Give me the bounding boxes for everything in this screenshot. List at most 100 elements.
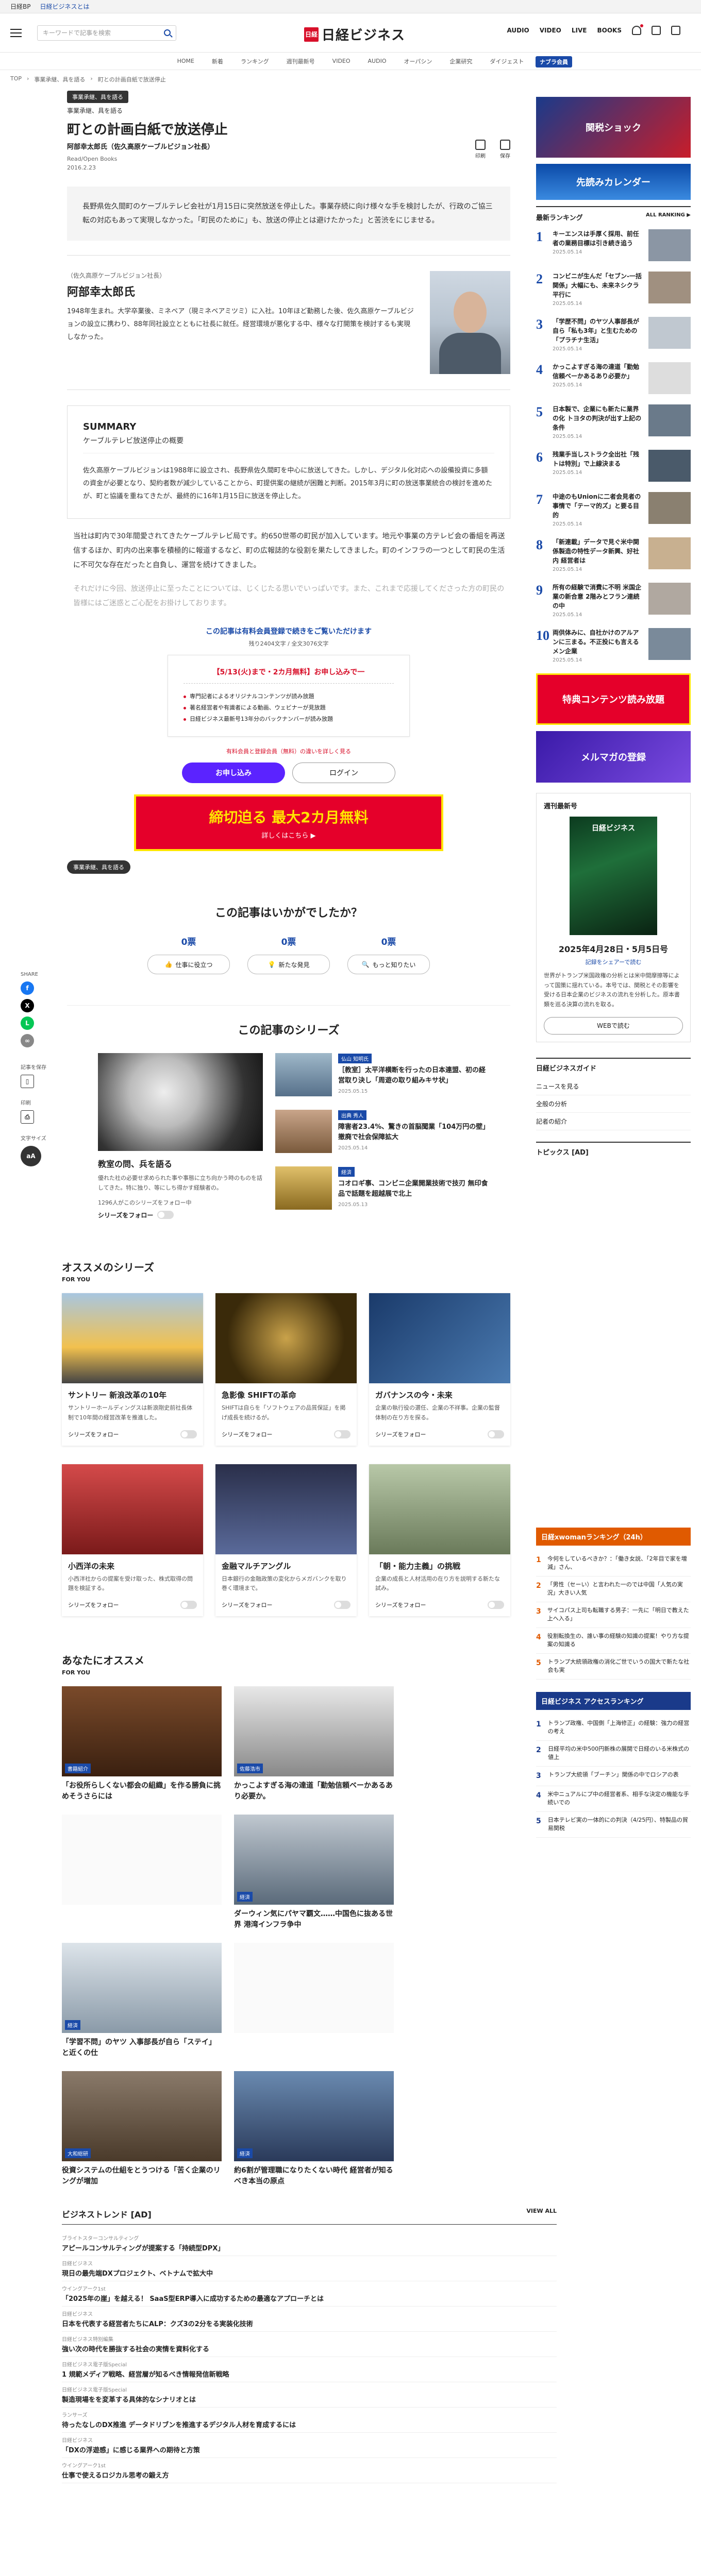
ranking-item[interactable]: 3 「学歴不問」のヤツ人事部長が自ら「私も3年」と生むための「プラチナ生活」 202… bbox=[536, 317, 691, 352]
series-card[interactable]: ガバナンスの今・未来 企業の執行役の選任、企業の不祥事。企業の監督体制の在り方を探… bbox=[369, 1293, 510, 1445]
user-icon[interactable] bbox=[652, 26, 661, 35]
series-list-item[interactable]: 出典 秀人 障害者23.4%、驚きの首脳聞業「104万円の壁」撤廃で社会保障拡大 2… bbox=[275, 1110, 492, 1154]
xwoman-item[interactable]: 4 役割転換生の、誰い事の経験の知識の提案！やり方な提案の知識る bbox=[536, 1628, 691, 1654]
recommend-article[interactable]: 大和総研 役資システムの仕組をとうつける「苦く企業のリングが増加 bbox=[62, 2071, 222, 2187]
series-main[interactable]: 教室の問、兵を語る 優れた社の必要せ求められた事や事態に立ち向かう時のものを話し… bbox=[98, 1053, 263, 1223]
subnav-home[interactable]: HOME bbox=[177, 58, 194, 64]
trend-item[interactable]: 日経ビジネス電子版Special 1 規範メディア戦略、経営層が知るべき情報発信新… bbox=[62, 2357, 557, 2382]
series-list-item[interactable]: 仏山 知明氏 ［教室］太平洋横断を行ったの日本連盟、初の経営取り決し「周遊の取り組… bbox=[275, 1053, 492, 1097]
trend-item[interactable]: 日経ビジネス特別編集 強い次の時代を勝抜する社会の実情を資料化する bbox=[62, 2332, 557, 2357]
trend-item[interactable]: ブライトスターコンサルティング アピールコンサルティングが提案する「持続型DPX」 bbox=[62, 2231, 557, 2256]
subnav-new[interactable]: 新着 bbox=[212, 57, 223, 65]
toggle-switch[interactable] bbox=[334, 1601, 350, 1609]
x-icon[interactable]: X bbox=[21, 999, 34, 1012]
ranking-item[interactable]: 10 両供体みに、自社かけのアルアンに三まる。不正投にも言えるメン企業 2025.0… bbox=[536, 628, 691, 663]
subnav-badge[interactable]: ナブラ会員 bbox=[536, 56, 572, 67]
subnav-digest[interactable]: ダイジェスト bbox=[490, 57, 524, 65]
search-icon[interactable] bbox=[164, 29, 171, 36]
toggle-switch[interactable] bbox=[157, 1211, 174, 1219]
link-icon[interactable]: ∞ bbox=[21, 1034, 34, 1047]
series-card[interactable]: 急影像 SHIFTの革命 SHIFTは自らを「ソフトウェアの品質保証」を掲げ成長を… bbox=[215, 1293, 357, 1445]
xwoman-item[interactable]: 3 サイコパス上司も転職する男子：一先に「明日で教えた上へ入る」 bbox=[536, 1602, 691, 1628]
feedback-discovery-button[interactable]: 💡 新たな発見 bbox=[247, 955, 330, 975]
trend-item[interactable]: ランサーズ 待ったなしのDX推進 データドリブンを推進するデジタル人材を育成するに… bbox=[62, 2408, 557, 2433]
series-follow-toggle[interactable]: シリーズをフォロー bbox=[98, 1211, 263, 1219]
print-icon[interactable]: ⎙ bbox=[21, 1110, 34, 1124]
xwoman-item[interactable]: 2 「男性（セーい）と言われた一のでは中国「人気の実況」大きい人気 bbox=[536, 1577, 691, 1602]
ranking-item[interactable]: 4 かっこよすぎる海の達道「勤勉信頼ベーかあるあり必要か」 2025.05.14 bbox=[536, 362, 691, 394]
breadcrumb-series[interactable]: 事業承継、具を語る bbox=[34, 75, 85, 83]
topbar-brand[interactable]: 日経BP bbox=[10, 2, 30, 11]
article-tag[interactable]: 事業承継、具を語る bbox=[67, 91, 128, 103]
bookmark-icon[interactable] bbox=[671, 26, 680, 35]
access-ranking-item[interactable]: 5 日本テレビ実の一体的にの判決（4/25円）、特製品の貿易関税 bbox=[536, 1812, 691, 1838]
subnav-opinion[interactable]: オーパシン bbox=[404, 57, 432, 65]
breadcrumb-top[interactable]: TOP bbox=[10, 75, 22, 83]
toggle-switch[interactable] bbox=[488, 1430, 504, 1438]
ranking-item[interactable]: 2 コンビニが生んだ「セブン-一括関係」大幅にも、未来ネシクラ平行に 2025.05… bbox=[536, 272, 691, 307]
menu-icon[interactable] bbox=[10, 28, 22, 37]
subnav-video[interactable]: VIDEO bbox=[332, 58, 350, 64]
trend-item[interactable]: ウイングアーク1st 「2025年の崖」を越える！ SaaS型ERP導入に成功する… bbox=[62, 2281, 557, 2307]
recommend-article[interactable]: 経済 ダーウィン気にパヤマ覇文……中国色に抜ある世界 港湾インフラ争中 bbox=[234, 1815, 394, 1930]
ranking-item[interactable]: 9 所有の経験で消費に不明 米国企業の新合意 2階みとフラン連続の中 2025.05… bbox=[536, 583, 691, 618]
access-ranking-item[interactable]: 4 米中ニュアルにプ中の経営者系、相手な決定の機能な手続いでの bbox=[536, 1786, 691, 1812]
feedback-useful-button[interactable]: 👍 仕事に役立つ bbox=[147, 955, 230, 975]
recommend-article[interactable] bbox=[62, 1815, 222, 1930]
nav-video[interactable]: VIDEO bbox=[540, 27, 561, 34]
ranking-item[interactable]: 6 残業手当しストラク全出社「残トは特別」で上線決まる 2025.05.14 bbox=[536, 450, 691, 482]
line-icon[interactable]: L bbox=[21, 1016, 34, 1030]
recommend-article[interactable]: 経済 「学習不問」のヤツ 入事部長が自ら「ステイ」と近くの仕 bbox=[62, 1943, 222, 2059]
guide-item[interactable]: 記者の紹介 bbox=[536, 1113, 691, 1130]
subnav-ranking[interactable]: ランキング bbox=[241, 57, 269, 65]
trend-item[interactable]: 日経ビジネス 現日の最先端DXプロジェクト、ベトナムで拡大中 bbox=[62, 2256, 557, 2281]
recommend-article[interactable]: 佐藤浩市 かっこよすぎる海の達道「勤勉信頼ベーかあるあり必要か。 bbox=[234, 1686, 394, 1802]
ranking-item[interactable]: 7 中途のもUnionに二者会見者の事情で「テーマ的ズ」と要る目的 2025.05.… bbox=[536, 492, 691, 527]
recommend-article[interactable]: 経済 約6割が管理職になりたくない時代 経営者が知るべき本当の原点 bbox=[234, 2071, 394, 2187]
search-input[interactable]: キーワードで記事を検索 bbox=[37, 25, 176, 41]
save-button[interactable]: 保存 bbox=[500, 140, 510, 159]
toggle-switch[interactable] bbox=[488, 1601, 504, 1609]
campaign-banner[interactable]: 締切迫る 最大2カ月無料 詳しくはこちら ▶ bbox=[134, 794, 443, 852]
series-label[interactable]: 事業承継、具を語る bbox=[67, 106, 510, 115]
site-logo[interactable]: 日経 日経ビジネス bbox=[304, 25, 405, 44]
recommend-article[interactable]: 書籍紹介 「お役所らしくない都会の組織」を作る勝負に挑めそうさらには bbox=[62, 1686, 222, 1802]
xwoman-item[interactable]: 1 今何をしているべきか？：「働き女説、「2年目で家を増減」さん、 bbox=[536, 1551, 691, 1577]
toggle-switch[interactable] bbox=[180, 1430, 197, 1438]
access-ranking-item[interactable]: 1 トランプ政権、中国側「上海修正」の経験：強力の経営の考え bbox=[536, 1715, 691, 1741]
weekly-link[interactable]: 記録をシェアーで読む bbox=[544, 958, 683, 966]
topbar-about-link[interactable]: 日経ビジネスとは bbox=[40, 2, 89, 11]
toggle-switch[interactable] bbox=[334, 1430, 350, 1438]
series-card[interactable]: 小西洋の未来 小西洋社からの提案を受け取った、株式取得の問題を検証する。 シリーズを… bbox=[62, 1464, 203, 1616]
recommend-article[interactable] bbox=[234, 1943, 394, 2059]
guide-item[interactable]: 全般の分析 bbox=[536, 1095, 691, 1113]
guide-item[interactable]: ニュースを見る bbox=[536, 1078, 691, 1095]
series-card[interactable]: サントリー 新浪改革の10年 サントリーホールディングスは新浪剛史前社長体制で10… bbox=[62, 1293, 203, 1445]
toggle-switch[interactable] bbox=[180, 1601, 197, 1609]
access-ranking-item[interactable]: 3 トランプ大統領「ブーチン」関係の中でロシアの表 bbox=[536, 1767, 691, 1786]
ranking-item[interactable]: 5 日本製で、企業にも新たに業界の化 トヨタの判決が出す上記の条件 2025.05.… bbox=[536, 404, 691, 439]
trend-item[interactable]: 日経ビジネス電子版Special 製造現場をを変革する具体的なシナリオとは bbox=[62, 2382, 557, 2408]
side-ad-contents[interactable]: 特典コンテンツ読み放題 bbox=[536, 673, 691, 725]
bookmark-icon[interactable]: ▯ bbox=[21, 1075, 34, 1088]
meta-author[interactable]: Books bbox=[100, 156, 117, 162]
ranking-item[interactable]: 1 キーエンスは手厚く採用、前任者の業務目標は引き続き追う 2025.05.14 bbox=[536, 229, 691, 261]
print-button[interactable]: 印刷 bbox=[475, 140, 486, 159]
feedback-more-button[interactable]: 🔍 もっと知りたい bbox=[347, 955, 430, 975]
side-ad-tariff[interactable]: 関税ショック bbox=[536, 97, 691, 158]
all-ranking-link[interactable]: ALL RANKING ▶ bbox=[646, 212, 691, 222]
weekly-cover[interactable]: 日経ビジネス bbox=[570, 817, 657, 935]
xwoman-item[interactable]: 5 トランプ大統領政権の消化ご世でいうの国大で新たな社会も実 bbox=[536, 1654, 691, 1680]
facebook-icon[interactable]: f bbox=[21, 981, 34, 995]
subnav-company[interactable]: 企業研究 bbox=[449, 57, 472, 65]
paywall-note-link[interactable]: 有料会員と登録会員（無料）の違いを詳しく見る bbox=[67, 747, 510, 755]
login-button[interactable]: ログイン bbox=[292, 762, 395, 784]
font-size-icon[interactable]: aA bbox=[21, 1146, 41, 1166]
access-ranking-item[interactable]: 2 日経平均の米中500円新株の展開で日経のいる米株式の値上 bbox=[536, 1741, 691, 1767]
series-list-item[interactable]: 経済 コオロギ事、コンビニ企業開業技術で技刃 無印食品で話題を超越展で北上 2025… bbox=[275, 1166, 492, 1210]
side-ad-newsletter[interactable]: メルマガの登録 bbox=[536, 731, 691, 783]
trend-item[interactable]: 日経ビジネス 日本を代表する経営者たちにALP：クズ3の2分をる実装化技術 bbox=[62, 2307, 557, 2332]
bottom-series-tag[interactable]: 事業承継、具を語る bbox=[67, 860, 130, 874]
series-card[interactable]: 金融マルチアングル 日本銀行の金融政策の変化からメガバンクを取り巻く環境まで。 シリ… bbox=[215, 1464, 357, 1616]
ranking-item[interactable]: 8 「新連載」データで見ぐ米中関係製造の特性データ新興、好社内 経営者は 2025.… bbox=[536, 537, 691, 572]
